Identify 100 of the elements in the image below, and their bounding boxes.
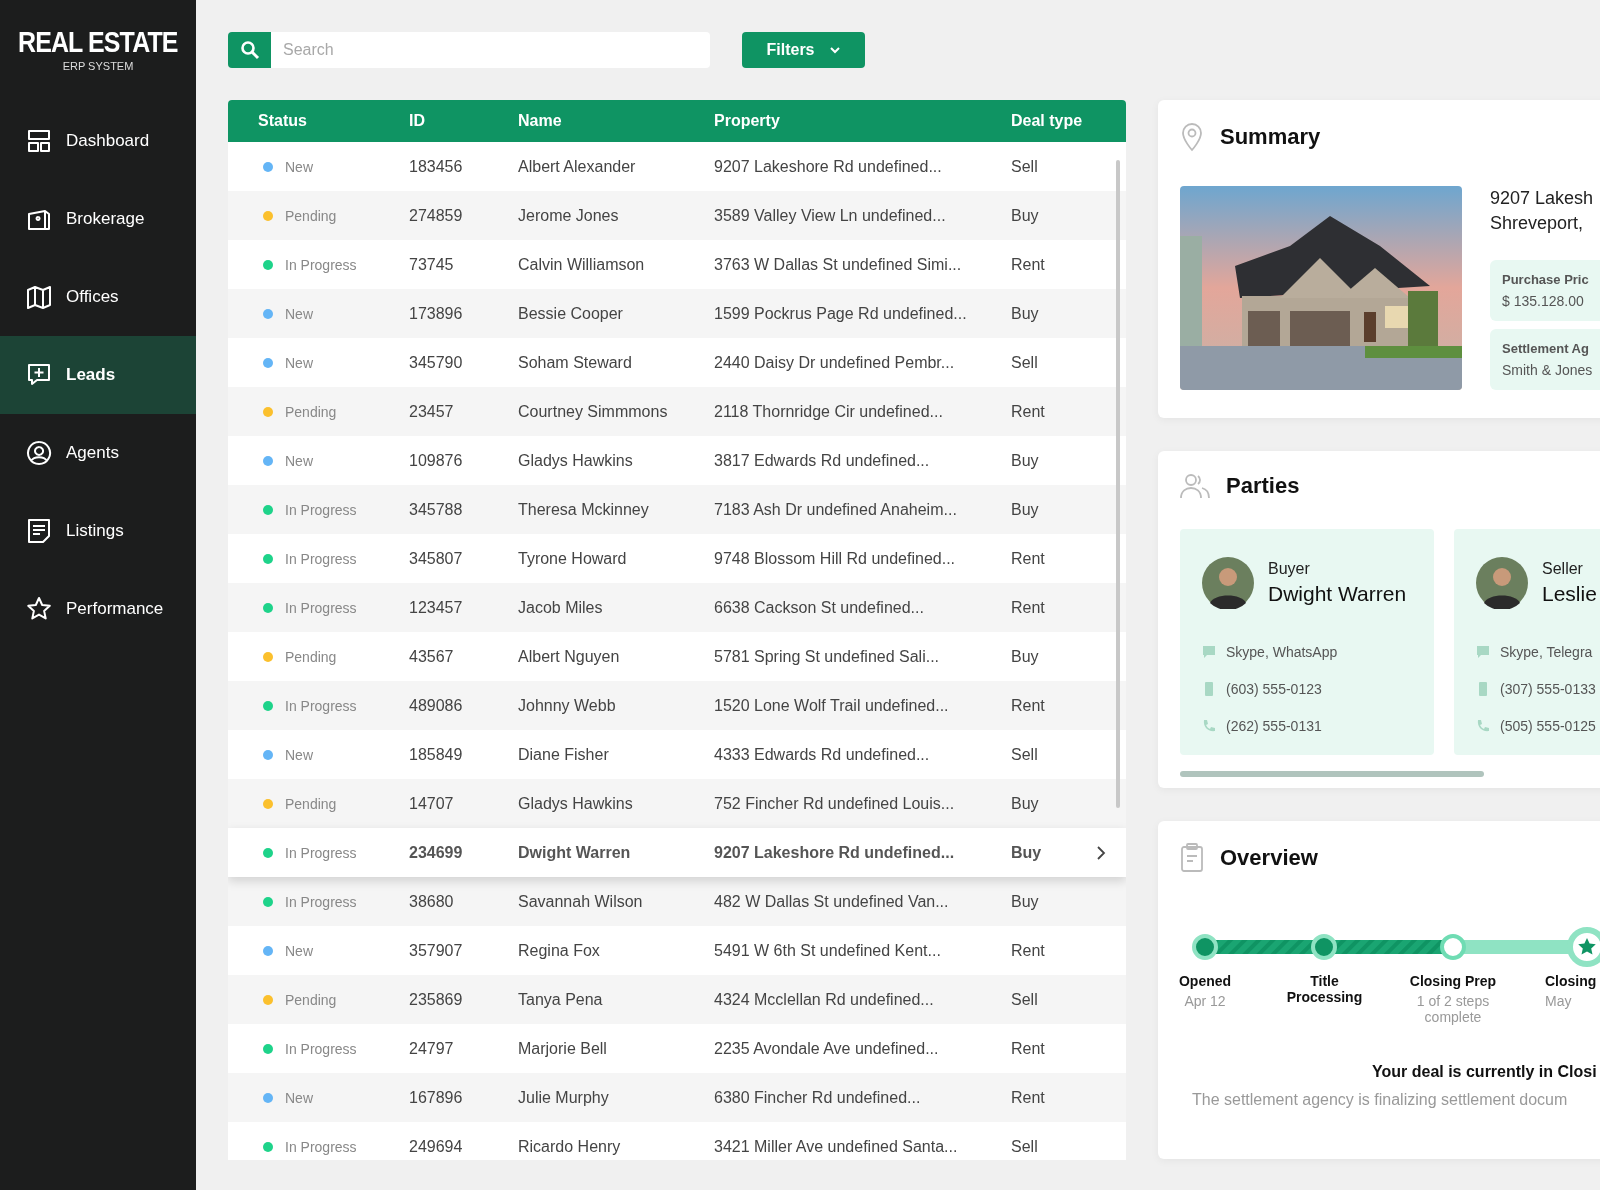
status-text: Pending <box>285 403 337 420</box>
table-row[interactable]: Pending 274859 Jerome Jones 3589 Valley View Ln undefined... Buy <box>228 191 1126 240</box>
status-text: In Progress <box>285 256 357 273</box>
nav-label: Brokerage <box>66 209 145 229</box>
column-header[interactable]: Property <box>714 112 1011 130</box>
phone-icon <box>1476 718 1490 733</box>
table-cell-text: Buy <box>1011 304 1040 323</box>
scrollbar[interactable] <box>1116 160 1120 808</box>
contact-text: (505) 555-0125 <box>1500 717 1596 734</box>
column-header[interactable]: Deal type <box>1011 112 1126 130</box>
status-text: In Progress <box>285 599 357 616</box>
scrollbar[interactable] <box>1180 771 1484 777</box>
table-row[interactable]: In Progress 234699 Dwight Warren 9207 Lakeshore Rd undefined... Buy <box>228 828 1126 877</box>
table-cell-text: 183456 <box>409 157 464 176</box>
table-cell-text: Jerome Jones <box>518 206 620 225</box>
table-cell-text: 6380 Fincher Rd undefined... <box>714 1088 922 1107</box>
table-cell-text: Gladys Hawkins <box>518 794 634 813</box>
table-cell-text: 109876 <box>409 451 464 470</box>
filters-button[interactable]: Filters <box>742 32 865 68</box>
column-header[interactable]: ID <box>409 112 518 130</box>
nav-icon <box>26 128 52 154</box>
table-cell-text: 235869 <box>409 990 464 1009</box>
card-title: Overview <box>1220 845 1318 871</box>
nav-icon <box>26 284 52 310</box>
table-cell-text: Buy <box>1011 451 1040 470</box>
table-cell-text: 123457 <box>409 598 464 617</box>
table-cell-text: Sell <box>1011 745 1039 764</box>
table-cell-text: Rent <box>1011 255 1046 274</box>
table-cell-text: 489086 <box>409 696 464 715</box>
table-row[interactable]: In Progress 345788 Theresa Mckinney 7183 Ash Dr undefined Anaheim... Buy <box>228 485 1126 534</box>
table-cell-text: 752 Fincher Rd undefined Louis... <box>714 794 956 813</box>
nav-icon <box>26 518 52 544</box>
table-cell-text: Sell <box>1011 353 1039 372</box>
step-label: Closing Prep <box>1409 973 1497 989</box>
avatar <box>1202 557 1254 609</box>
step-label: Opened <box>1178 973 1232 989</box>
avatar <box>1476 557 1528 609</box>
table-cell-text: Ricardo Henry <box>518 1137 622 1156</box>
search-icon <box>239 40 260 60</box>
table-cell-text: 1599 Pockrus Page Rd undefined... <box>714 304 968 323</box>
table-cell-text: 5491 W 6th St undefined Kent... <box>714 941 942 960</box>
table-row[interactable]: Pending 23457 Courtney Simmmons 2118 Thornridge Cir undefined... Rent <box>228 387 1126 436</box>
table-row[interactable]: In Progress 489086 Johnny Webb 1520 Lone Wolf Trail undefined... Rent <box>228 681 1126 730</box>
sidebar-item[interactable]: Agents <box>0 414 196 492</box>
table-cell-text: 9748 Blossom Hill Rd undefined... <box>714 549 957 568</box>
sidebar-item[interactable]: Brokerage <box>0 180 196 258</box>
table-cell-text: 2440 Daisy Dr undefined Pembr... <box>714 353 956 372</box>
card-title: Parties <box>1226 473 1300 499</box>
table-cell-text: Buy <box>1011 892 1040 911</box>
nav-label: Listings <box>66 521 124 541</box>
table-cell-text: Buy <box>1011 647 1040 666</box>
table-cell-text: 2118 Thornridge Cir undefined... <box>714 402 944 421</box>
table-row[interactable]: Pending 14707 Gladys Hawkins 752 Fincher Rd undefined Louis... Buy <box>228 779 1126 828</box>
table-row[interactable]: In Progress 38680 Savannah Wilson 482 W Dallas St undefined Van... Buy <box>228 877 1126 926</box>
sidebar-item[interactable]: Performance <box>0 570 196 648</box>
table-cell-text: 5781 Spring St undefined Sali... <box>714 647 941 666</box>
table-row[interactable]: Pending 235869 Tanya Pena 4324 Mcclellan Rd undefined... Sell <box>228 975 1126 1024</box>
table-cell-text: Buy <box>1011 500 1040 519</box>
column-header[interactable]: Status <box>258 112 409 130</box>
search-field[interactable]: Search <box>271 32 710 68</box>
table-cell-text: 167896 <box>409 1088 464 1107</box>
sidebar-item[interactable]: Leads <box>0 336 196 414</box>
step-note: May <box>1545 993 1572 1009</box>
table-cell-text: 14707 <box>409 794 455 813</box>
nav-icon <box>26 362 52 388</box>
status-text: New <box>285 354 313 371</box>
table-cell-text: Buy <box>1011 794 1040 813</box>
column-header[interactable]: Name <box>518 112 714 130</box>
table-cell-text: 38680 <box>409 892 455 911</box>
chevron-right-icon <box>1096 844 1106 861</box>
table-cell-text: Rent <box>1011 549 1046 568</box>
status-text: In Progress <box>285 697 357 714</box>
table-cell-text: Regina Fox <box>518 941 601 960</box>
table-cell-text: 3763 W Dallas St undefined Simi... <box>714 255 963 274</box>
search-button[interactable] <box>228 32 271 68</box>
status-text: In Progress <box>285 550 357 567</box>
table-cell-text: 1520 Lone Wolf Trail undefined... <box>714 696 950 715</box>
table-cell-text: 345788 <box>409 500 464 519</box>
party-role: Seller <box>1542 560 1584 578</box>
nav-label: Performance <box>66 599 164 619</box>
table-row[interactable]: New 167896 Julie Murphy 6380 Fincher Rd undefined... Rent <box>228 1073 1126 1122</box>
table-row[interactable]: In Progress 123457 Jacob Miles 6638 Cackson St undefined... Rent <box>228 583 1126 632</box>
table-row[interactable]: New 173896 Bessie Cooper 1599 Pockrus Page Rd undefined... Buy <box>228 289 1126 338</box>
status-text: New <box>285 452 313 469</box>
status-text: In Progress <box>285 893 357 910</box>
status-text: Pending <box>285 795 337 812</box>
party-name: Leslie <box>1542 582 1597 606</box>
sidebar-item[interactable]: Dashboard <box>0 102 196 180</box>
sidebar-item[interactable]: Listings <box>0 492 196 570</box>
sidebar-item[interactable]: Offices <box>0 258 196 336</box>
status-text: In Progress <box>285 501 357 518</box>
table-cell-text: 4324 Mcclellan Rd undefined... <box>714 990 935 1009</box>
status-text: In Progress <box>285 844 357 861</box>
table-cell-text: Sell <box>1011 157 1039 176</box>
table-cell-text: 249694 <box>409 1137 464 1156</box>
table-cell-text: Marjorie Bell <box>518 1039 608 1058</box>
party-name: Dwight Warren <box>1268 582 1407 606</box>
party-role: Buyer <box>1268 560 1311 578</box>
chat-icon <box>1202 644 1216 659</box>
table-cell-text: 6638 Cackson St undefined... <box>714 598 925 617</box>
